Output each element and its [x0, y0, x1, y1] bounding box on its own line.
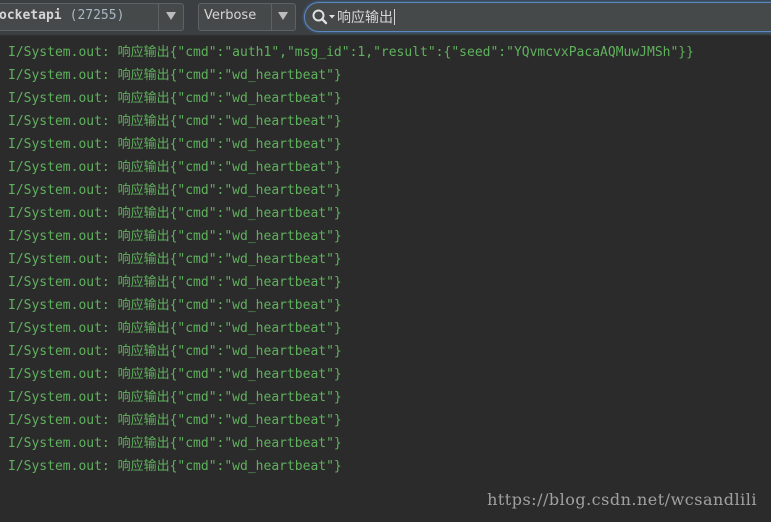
process-name: ocketapi — [0, 8, 62, 23]
search-icon[interactable] — [311, 8, 337, 26]
combo-divider — [271, 4, 272, 30]
log-line: I/System.out: 响应输出{"cmd":"wd_heartbeat"} — [8, 436, 342, 451]
log-line: I/System.out: 响应输出{"cmd":"wd_heartbeat"} — [8, 206, 342, 221]
log-line: I/System.out: 响应输出{"cmd":"wd_heartbeat"} — [8, 344, 342, 359]
log-line: I/System.out: 响应输出{"cmd":"wd_heartbeat"} — [8, 91, 342, 106]
search-input-value: 响应输出 — [337, 7, 395, 27]
log-line: I/System.out: 响应输出{"cmd":"wd_heartbeat"} — [8, 275, 342, 290]
log-output[interactable]: I/System.out: 响应输出{"cmd":"auth1","msg_id… — [0, 41, 771, 478]
logcat-toolbar: ocketapi (27255) Verbose 响应输出 — [0, 0, 771, 36]
log-line: I/System.out: 响应输出{"cmd":"wd_heartbeat"} — [8, 229, 342, 244]
chevron-down-icon[interactable] — [166, 12, 176, 20]
log-line: I/System.out: 响应输出{"cmd":"wd_heartbeat"} — [8, 114, 342, 129]
log-line: I/System.out: 响应输出{"cmd":"wd_heartbeat"} — [8, 160, 342, 175]
log-line: I/System.out: 响应输出{"cmd":"wd_heartbeat"} — [8, 321, 342, 336]
log-level-selector[interactable]: Verbose — [198, 3, 296, 31]
search-input[interactable]: 响应输出 — [304, 2, 771, 32]
process-selector[interactable]: ocketapi (27255) — [0, 3, 184, 31]
log-line: I/System.out: 响应输出{"cmd":"wd_heartbeat"} — [8, 252, 342, 267]
chevron-down-icon[interactable] — [278, 12, 288, 20]
search-query: 响应输出 — [337, 10, 393, 26]
log-line: I/System.out: 响应输出{"cmd":"wd_heartbeat"} — [8, 68, 342, 83]
log-line: I/System.out: 响应输出{"cmd":"wd_heartbeat"} — [8, 137, 342, 152]
log-line: I/System.out: 响应输出{"cmd":"wd_heartbeat"} — [8, 459, 342, 474]
text-caret — [394, 9, 395, 25]
log-line: I/System.out: 响应输出{"cmd":"wd_heartbeat"} — [8, 413, 342, 428]
log-line: I/System.out: 响应输出{"cmd":"wd_heartbeat"} — [8, 298, 342, 313]
log-line: I/System.out: 响应输出{"cmd":"wd_heartbeat"} — [8, 390, 342, 405]
log-line: I/System.out: 响应输出{"cmd":"wd_heartbeat"} — [8, 367, 342, 382]
watermark-url: https://blog.csdn.net/wcsandlili — [487, 490, 757, 509]
combo-divider — [158, 4, 159, 30]
log-line: I/System.out: 响应输出{"cmd":"wd_heartbeat"} — [8, 183, 342, 198]
process-pid: (27255) — [69, 8, 125, 23]
process-label: ocketapi (27255) — [0, 8, 124, 23]
log-level-value: Verbose — [204, 8, 257, 23]
log-line: I/System.out: 响应输出{"cmd":"auth1","msg_id… — [8, 45, 694, 60]
